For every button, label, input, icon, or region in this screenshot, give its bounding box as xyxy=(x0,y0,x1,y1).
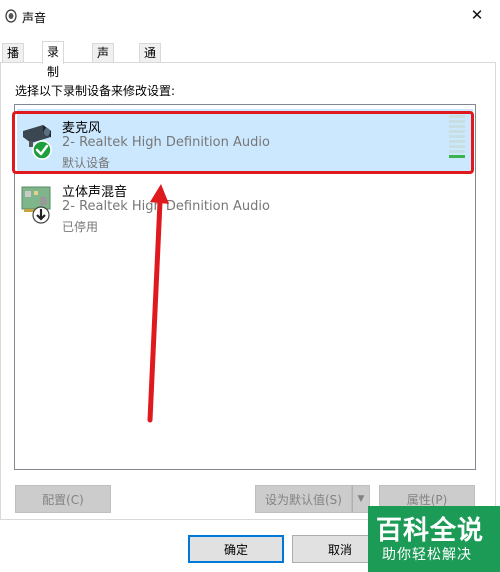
instruction-text: 选择以下录制设备来修改设置: xyxy=(15,84,176,98)
tab-sounds[interactable]: 声音 xyxy=(92,43,115,78)
level-segment xyxy=(449,145,465,148)
device-list[interactable]: 麦克风 2- Realtek High Definition Audio 默认设… xyxy=(14,104,476,470)
device-name: 麦克风 xyxy=(62,121,102,136)
watermark: 百科全说 助你轻松解决 xyxy=(368,506,500,572)
device-item-microphone[interactable]: 麦克风 2- Realtek High Definition Audio 默认设… xyxy=(17,109,473,171)
chevron-down-icon: ▼ xyxy=(357,494,365,504)
title-bar: 声音 ✕ xyxy=(0,0,500,33)
close-icon: ✕ xyxy=(470,6,484,24)
device-status: 默认设备 xyxy=(62,156,111,170)
sound-card-icon xyxy=(21,186,51,224)
device-driver: 2- Realtek High Definition Audio xyxy=(62,199,270,214)
disabled-arrow-icon xyxy=(32,206,50,224)
set-default-button[interactable]: 设为默认值(S) xyxy=(255,485,352,513)
close-button[interactable]: ✕ xyxy=(454,0,500,30)
device-item-stereo-mix[interactable]: 立体声混音 2- Realtek High Definition Audio 已… xyxy=(17,173,473,235)
microphone-icon xyxy=(23,125,52,160)
device-status: 已停用 xyxy=(62,220,99,234)
ok-button[interactable]: 确定 xyxy=(188,535,284,563)
window-title: 声音 xyxy=(22,11,47,25)
configure-button[interactable]: 配置(C) xyxy=(15,485,111,513)
level-segment xyxy=(449,120,465,123)
tab-communications[interactable]: 通信 xyxy=(139,43,162,78)
tab-playback[interactable]: 播放 xyxy=(2,43,25,78)
level-segment xyxy=(449,155,465,158)
device-name: 立体声混音 xyxy=(62,185,128,200)
default-check-icon xyxy=(32,140,52,160)
level-segment xyxy=(449,140,465,143)
tab-recording[interactable]: 录制 xyxy=(42,41,65,79)
device-driver: 2- Realtek High Definition Audio xyxy=(62,135,270,150)
speaker-icon xyxy=(5,9,17,23)
level-segment xyxy=(449,125,465,128)
level-segment xyxy=(449,150,465,153)
level-meter xyxy=(449,115,465,159)
watermark-subtitle: 助你轻松解决 xyxy=(382,547,472,563)
watermark-title: 百科全说 xyxy=(376,516,485,546)
level-segment xyxy=(449,130,465,133)
level-segment xyxy=(449,135,465,138)
level-segment xyxy=(449,115,465,118)
